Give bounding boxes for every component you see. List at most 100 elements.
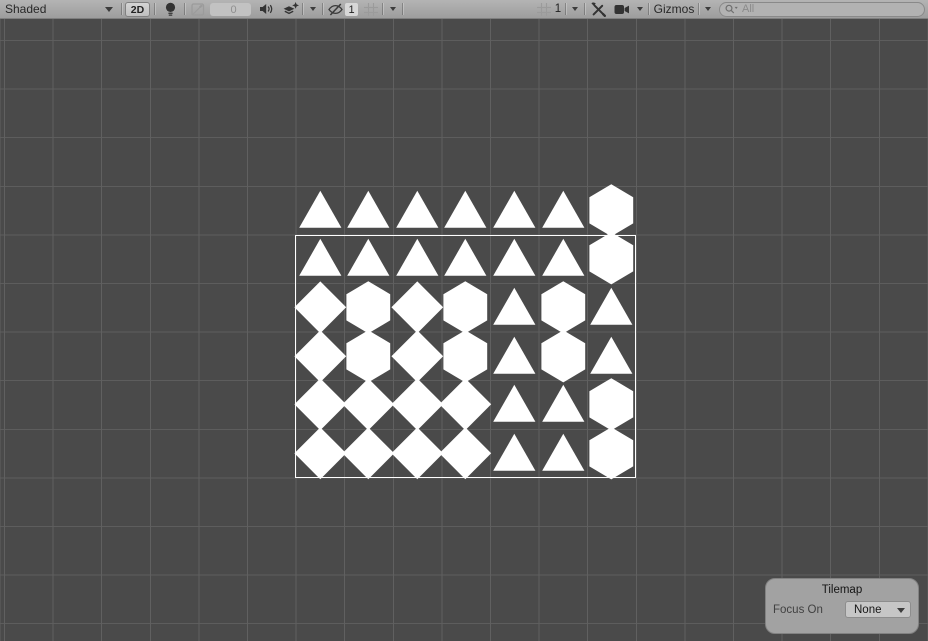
tile-hexagon[interactable]	[587, 234, 636, 283]
camera-settings-button[interactable]	[611, 0, 632, 18]
tile-triangle[interactable]	[539, 234, 588, 283]
lighting-toggle-button[interactable]	[158, 0, 182, 18]
tile-hexagon[interactable]	[344, 332, 393, 381]
tile-diamond[interactable]	[393, 380, 442, 429]
toolbar-separator	[302, 3, 303, 15]
tile-diamond[interactable]	[296, 380, 345, 429]
2d-toggle-button[interactable]: 2D	[125, 2, 150, 17]
tile-triangle[interactable]	[344, 186, 393, 235]
tile-triangle[interactable]	[441, 186, 490, 235]
scene-viewport[interactable]: Tilemap Focus On None	[0, 19, 928, 641]
chevron-down-icon	[105, 7, 113, 12]
toolbar-separator	[184, 3, 185, 15]
2d-label: 2D	[131, 4, 144, 16]
grid-value: 1	[555, 3, 561, 15]
hidden-count-value: 1	[348, 4, 354, 16]
tile-triangle[interactable]	[490, 380, 539, 429]
tile-hexagon[interactable]	[344, 283, 393, 332]
toolbar-separator	[402, 3, 403, 15]
grid-snapping-button[interactable]	[361, 0, 380, 18]
overlays-tools-button[interactable]	[586, 0, 609, 18]
tools-icon	[590, 2, 606, 17]
tile-triangle[interactable]	[587, 332, 636, 381]
focus-on-value: None	[854, 604, 882, 616]
chevron-down-icon	[637, 7, 643, 11]
tile-triangle[interactable]	[490, 332, 539, 381]
effects-toggle-button[interactable]	[280, 0, 302, 18]
exposure-button[interactable]	[188, 0, 208, 18]
tile-hexagon[interactable]	[539, 283, 588, 332]
chevron-down-icon	[705, 7, 711, 11]
tile-diamond[interactable]	[393, 283, 442, 332]
grid-dropdown-button[interactable]	[567, 0, 583, 18]
grid-opacity-value: 1	[553, 0, 563, 18]
tile-triangle[interactable]	[296, 186, 345, 235]
grid-icon	[537, 3, 551, 16]
gizmos-dropdown-button[interactable]	[700, 0, 716, 18]
tilemap-tiles	[296, 186, 636, 478]
chevron-down-icon	[310, 7, 316, 11]
grid-snap-icon	[364, 3, 378, 16]
grid-visibility-button[interactable]	[535, 0, 553, 18]
tile-diamond[interactable]	[296, 332, 345, 381]
tile-diamond[interactable]	[296, 429, 345, 478]
tile-triangle[interactable]	[490, 283, 539, 332]
tile-hexagon[interactable]	[441, 332, 490, 381]
tile-diamond[interactable]	[393, 429, 442, 478]
tile-triangle[interactable]	[490, 186, 539, 235]
lightbulb-icon	[164, 2, 177, 17]
toolbar-separator	[584, 3, 585, 15]
toolbar-separator	[565, 3, 566, 15]
toolbar-separator	[154, 3, 155, 15]
tile-hexagon[interactable]	[539, 332, 588, 381]
toolbar-separator	[121, 3, 122, 15]
chevron-down-icon	[390, 7, 396, 11]
tile-triangle[interactable]	[296, 234, 345, 283]
tile-triangle[interactable]	[344, 234, 393, 283]
tile-triangle[interactable]	[490, 429, 539, 478]
gizmos-button[interactable]: Gizmos	[651, 0, 697, 18]
tile-triangle[interactable]	[587, 283, 636, 332]
toolbar-separator	[322, 3, 323, 15]
tile-diamond[interactable]	[296, 283, 345, 332]
tile-diamond[interactable]	[441, 380, 490, 429]
scene-search-input[interactable]	[719, 2, 925, 17]
tile-triangle[interactable]	[539, 429, 588, 478]
camera-icon	[614, 4, 630, 15]
exposure-icon	[191, 3, 205, 16]
tile-triangle[interactable]	[393, 234, 442, 283]
focus-on-row: Focus On None	[766, 596, 918, 618]
unity-scene-view-window: Shaded 2D 0	[0, 0, 928, 641]
eye-off-icon	[327, 3, 344, 16]
draw-mode-dropdown[interactable]: Shaded	[0, 0, 120, 18]
speaker-icon	[259, 3, 274, 15]
tile-triangle[interactable]	[539, 380, 588, 429]
tile-triangle[interactable]	[539, 186, 588, 235]
audio-toggle-button[interactable]	[254, 0, 278, 18]
scene-visibility-button[interactable]	[325, 0, 345, 18]
search-icon	[725, 4, 739, 15]
tile-diamond[interactable]	[441, 429, 490, 478]
panel-title: Tilemap	[766, 579, 918, 596]
toolbar-separator	[698, 3, 699, 15]
tile-diamond[interactable]	[393, 332, 442, 381]
gizmos-label: Gizmos	[654, 2, 695, 16]
chevron-down-icon	[572, 7, 578, 11]
tile-triangle[interactable]	[441, 234, 490, 283]
tile-hexagon[interactable]	[441, 283, 490, 332]
exposure-value: 0	[230, 4, 236, 16]
tile-diamond[interactable]	[344, 429, 393, 478]
focus-on-dropdown[interactable]: None	[845, 601, 911, 618]
camera-dropdown-button[interactable]	[632, 0, 647, 18]
tile-hexagon[interactable]	[587, 429, 636, 478]
tile-triangle[interactable]	[490, 234, 539, 283]
tile-diamond[interactable]	[344, 380, 393, 429]
toolbar-separator	[648, 3, 649, 15]
scene-toolbar: Shaded 2D 0	[0, 0, 928, 19]
tile-hexagon[interactable]	[587, 186, 636, 235]
grid-snapping-dropdown-button[interactable]	[384, 0, 401, 18]
tile-triangle[interactable]	[393, 186, 442, 235]
exposure-value-field[interactable]: 0	[210, 3, 251, 16]
tile-hexagon[interactable]	[587, 380, 636, 429]
effects-dropdown-button[interactable]	[304, 0, 321, 18]
